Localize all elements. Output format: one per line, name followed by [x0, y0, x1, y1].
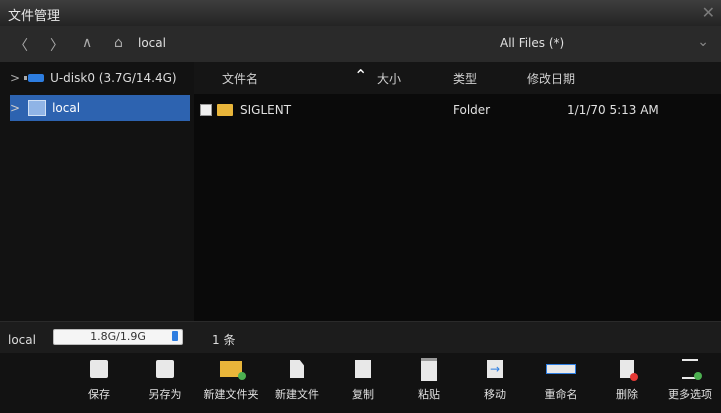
move-button[interactable]: → 移动: [465, 360, 525, 402]
current-path[interactable]: local: [138, 36, 166, 50]
paste-label: 粘贴: [418, 388, 440, 401]
folder-icon: [217, 104, 233, 116]
save-icon: [90, 360, 108, 378]
navigation-bar: [0, 26, 721, 63]
expand-arrow-icon[interactable]: >: [10, 101, 20, 115]
rename-button[interactable]: 重命名: [531, 360, 591, 402]
forward-icon[interactable]: 〉: [50, 35, 64, 55]
usb-disk-icon: [24, 74, 45, 82]
item-count: 1 条: [212, 333, 236, 347]
copy-icon: [355, 360, 371, 378]
title-bar: [0, 0, 721, 27]
expand-arrow-icon[interactable]: >: [10, 71, 20, 85]
column-header-type[interactable]: 类型: [453, 70, 477, 87]
tree-item-label: U-disk0 (3.7G/14.4G): [50, 71, 177, 85]
up-icon[interactable]: ∧: [82, 35, 92, 51]
copy-button[interactable]: 复制: [333, 360, 393, 402]
home-icon[interactable]: ⌂: [114, 35, 123, 51]
file-date: 1/1/70 5:13 AM: [567, 103, 659, 117]
local-storage-icon: [28, 100, 47, 116]
save-as-label: 另存为: [148, 388, 182, 401]
save-as-button[interactable]: 另存为: [135, 360, 195, 402]
window-title: 文件管理: [8, 9, 61, 24]
new-folder-icon: [220, 361, 246, 380]
delete-icon: [620, 360, 638, 381]
column-header-name[interactable]: 文件名: [222, 70, 258, 87]
paste-button[interactable]: 粘贴: [399, 357, 459, 402]
back-icon[interactable]: 〈: [14, 35, 28, 55]
move-label: 移动: [484, 388, 506, 401]
new-file-icon: [290, 360, 304, 378]
column-header-size[interactable]: 大小: [377, 70, 401, 87]
tree-item-label: local: [52, 101, 81, 115]
tree-item-local[interactable]: > local: [10, 98, 80, 118]
new-file-button[interactable]: 新建文件: [267, 360, 327, 402]
close-icon[interactable]: ✕: [702, 3, 715, 22]
row-checkbox[interactable]: [200, 104, 212, 116]
move-icon: →: [487, 360, 503, 378]
save-button[interactable]: 保存: [69, 360, 129, 402]
save-label: 保存: [88, 388, 110, 401]
rename-label: 重命名: [544, 388, 578, 401]
delete-button[interactable]: 删除: [597, 360, 657, 402]
file-type: Folder: [453, 103, 491, 117]
new-file-label: 新建文件: [275, 388, 319, 401]
new-folder-button[interactable]: 新建文件夹: [201, 360, 261, 402]
file-list: [194, 94, 721, 321]
paste-icon: [421, 357, 437, 381]
save-as-icon: [156, 360, 174, 378]
more-options-label: 更多选项: [668, 388, 712, 401]
copy-label: 复制: [352, 388, 374, 401]
tree-item-udisk[interactable]: > U-disk0 (3.7G/14.4G): [10, 68, 177, 88]
file-filter-select[interactable]: All Files (*): [500, 36, 564, 50]
sort-ascending-icon[interactable]: ⌃: [354, 66, 367, 85]
storage-usage-text: 1.8G/1.9G: [90, 330, 146, 343]
delete-label: 删除: [616, 388, 638, 401]
chevron-down-icon[interactable]: ⌄: [697, 34, 709, 50]
rename-icon: [546, 364, 576, 374]
new-folder-label: 新建文件夹: [203, 388, 259, 401]
column-header-date[interactable]: 修改日期: [527, 70, 575, 87]
more-options-button[interactable]: 更多选项: [660, 359, 720, 402]
file-name[interactable]: SIGLENT: [240, 103, 291, 117]
storage-location: local: [8, 333, 36, 347]
more-options-icon: [682, 359, 702, 380]
